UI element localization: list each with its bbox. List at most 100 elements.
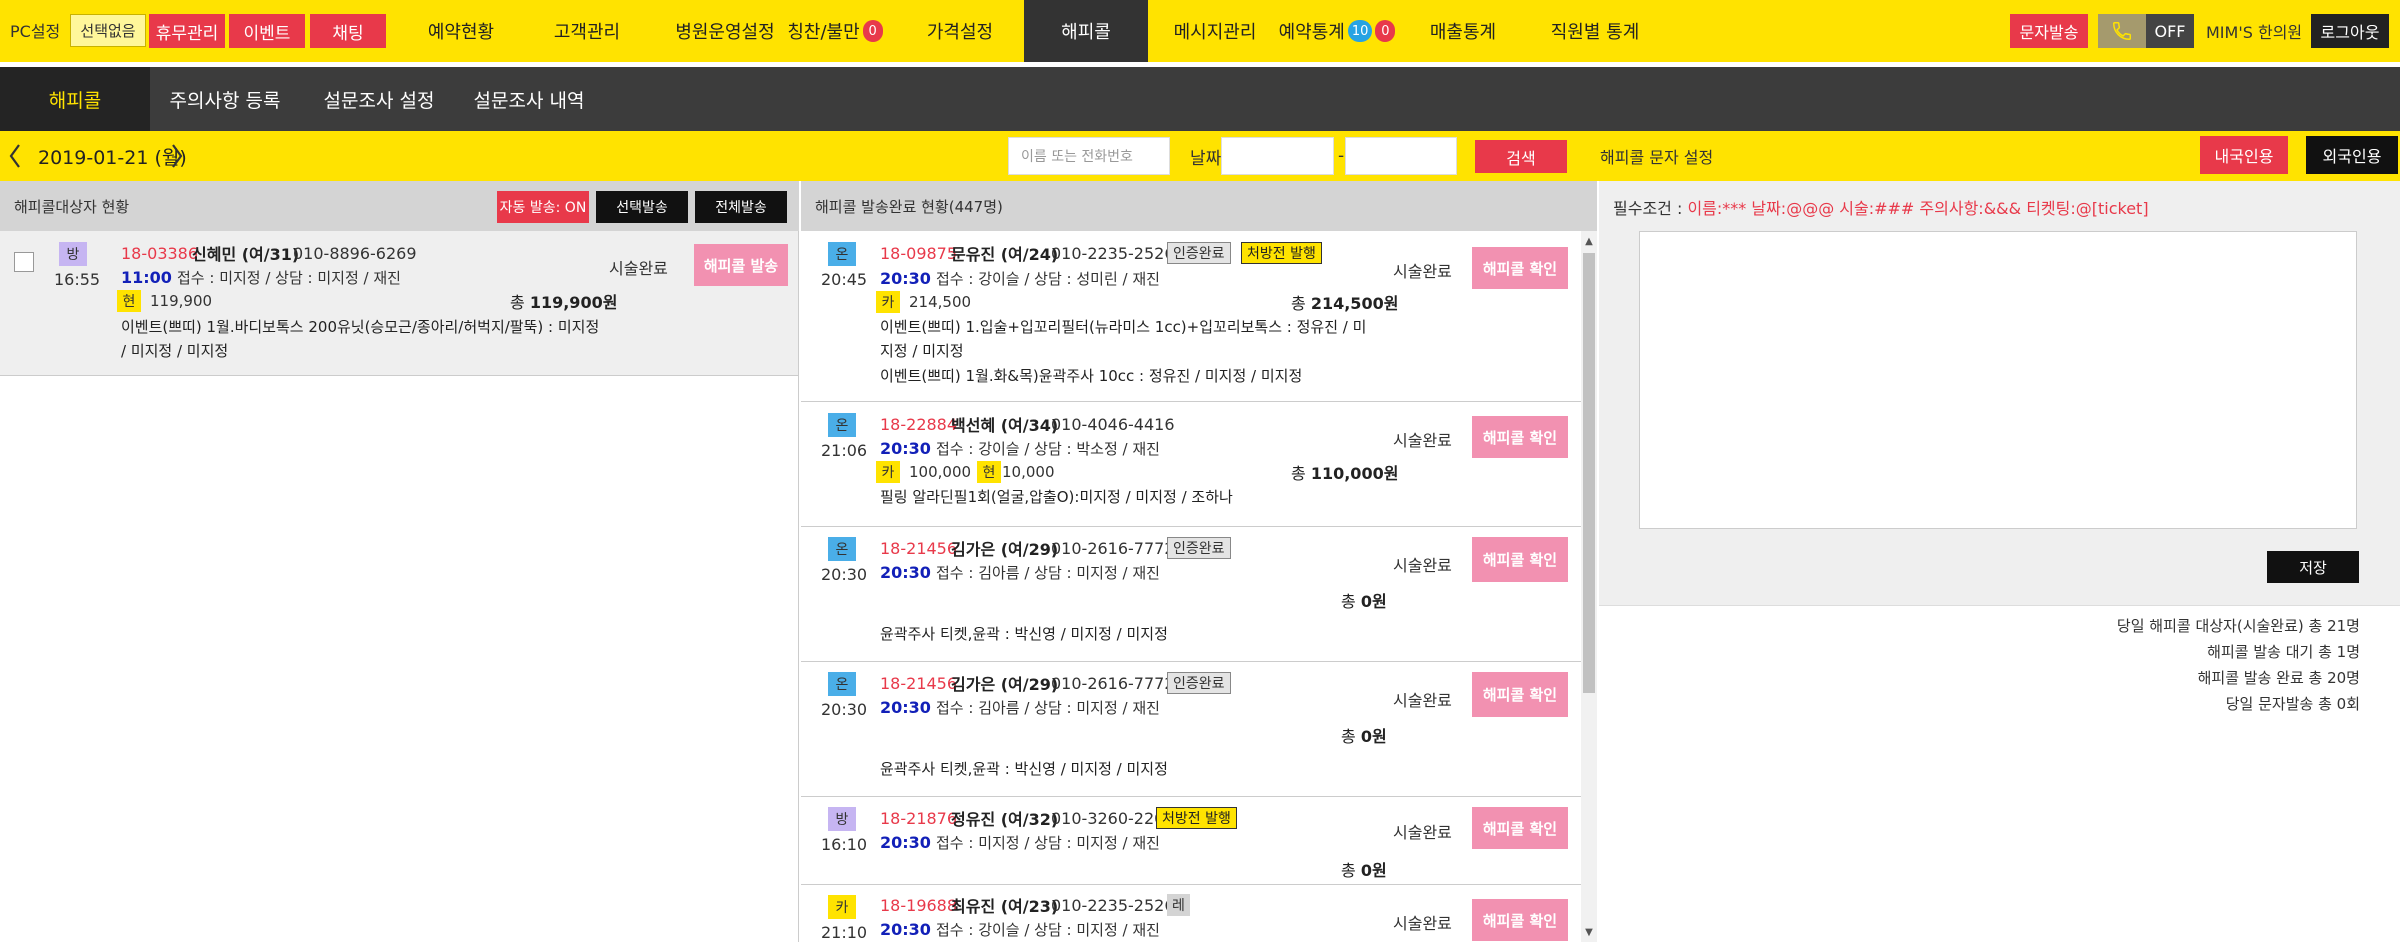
nav-hospital-settings[interactable]: 병원운영설정 (650, 0, 800, 62)
treatment-description-2: 이벤트(쁘띠) 1월.화&목)윤곽주사 10cc : 정유진 / 미지정 / 미… (880, 367, 1303, 385)
send-sms-button[interactable]: 문자발송 (2010, 14, 2088, 48)
auto-send-toggle[interactable]: 자동 발송: ON (497, 191, 589, 223)
visit-time: 16:55 (54, 269, 101, 289)
scroll-down-icon[interactable]: ▼ (1581, 924, 1597, 940)
staff-info: 접수 : 김아름 / 상담 : 미지정 / 재진 (936, 563, 1160, 582)
list-item[interactable]: 방 16:10 18-21876 정유진 (여/32) 010-3260-220… (801, 797, 1596, 885)
required-conditions-label: 필수조건 : (1613, 199, 1683, 218)
nav-happycall[interactable]: 해피콜 (1024, 0, 1148, 62)
visit-type-badge: 카 (828, 895, 856, 919)
list-item[interactable]: 온 20:30 18-21456 김가은 (여/29) 010-2616-777… (801, 662, 1596, 797)
total-amount: 총 119,900원 (510, 289, 617, 313)
happycall-confirm-button[interactable]: 해피콜 확인 (1472, 899, 1568, 941)
holiday-management-button[interactable]: 휴무관리 (149, 14, 225, 48)
staff-info: 접수 : 미지정 / 상담 : 미지정 / 재진 (936, 833, 1160, 852)
pc-settings-link[interactable]: PC설정 (10, 14, 60, 46)
date-to-input[interactable] (1345, 137, 1457, 175)
total-label: 총 (1341, 727, 1356, 746)
visit-time: 20:30 (821, 699, 868, 719)
sms-message-textarea[interactable] (1639, 231, 2357, 529)
happycall-confirm-button[interactable]: 해피콜 확인 (1472, 807, 1568, 849)
prev-date-icon[interactable] (8, 137, 22, 175)
nav-praise-complaint-label: 칭찬/불만 (787, 22, 860, 43)
patient-name: 김가은 (여/29) (951, 540, 1059, 559)
send-all-button[interactable]: 전체발송 (695, 191, 787, 223)
payment-amount: 100,000 (909, 463, 972, 481)
search-input[interactable]: 이름 또는 전화번호 (1008, 137, 1170, 175)
appointment-time: 20:30 (880, 268, 931, 288)
patient-phone: 010-2235-2526 (1051, 895, 1175, 915)
list-item[interactable]: 방 16:55 18-03386 신혜민 (여/31) 010-8896-626… (0, 231, 798, 376)
visit-time: 16:10 (821, 834, 868, 854)
patient-name: 신혜민 (여/31) (192, 245, 300, 264)
nav-price-settings[interactable]: 가격설정 (905, 0, 1015, 62)
tab-happycall[interactable]: 해피콜 (0, 67, 150, 131)
domestic-button[interactable]: 내국인용 (2200, 136, 2288, 174)
list-item[interactable]: 온 21:06 18-22884 백선혜 (여/34) 010-4046-441… (801, 402, 1596, 527)
date-from-input[interactable] (1221, 137, 1334, 175)
search-button[interactable]: 검색 (1475, 140, 1567, 173)
happycall-confirm-button[interactable]: 해피콜 확인 (1472, 247, 1568, 289)
nav-message-management[interactable]: 메시지관리 (1160, 0, 1270, 62)
foreign-button[interactable]: 외국인용 (2306, 136, 2398, 174)
total-amount: 총 0원 (1341, 588, 1387, 612)
chat-button[interactable]: 채팅 (310, 14, 386, 48)
nav-praise-complaint[interactable]: 칭찬/불만 0 (780, 0, 890, 62)
visit-type-badge: 방 (59, 242, 87, 266)
tab-precautions[interactable]: 주의사항 등록 (152, 67, 298, 131)
treatment-description: 이벤트(쁘띠) 1월.바디보톡스 200유닛(승모근/종아리/허벅지/팔뚝) :… (121, 318, 600, 360)
logout-button[interactable]: 로그아웃 (2311, 14, 2389, 48)
patient-name: 김가은 (여/29) (951, 675, 1059, 694)
sent-list-scrollbar[interactable]: ▲ ▼ (1581, 231, 1597, 942)
appointment-time: 20:30 (880, 697, 931, 717)
happycall-confirm-button[interactable]: 해피콜 확인 (1472, 672, 1568, 717)
appointment-time: 20:30 (880, 832, 931, 852)
total-label: 총 (1341, 592, 1356, 611)
save-button[interactable]: 저장 (2267, 551, 2359, 583)
patient-phone: 010-2235-2526 (1051, 243, 1175, 263)
scroll-thumb[interactable] (1583, 253, 1595, 693)
payment-type-badge: 카 (876, 461, 900, 483)
target-panel-title: 해피콜대상자 현황 (14, 197, 130, 216)
select-none-button[interactable]: 선택없음 (70, 14, 146, 47)
list-item[interactable]: 온 20:30 18-21456 김가은 (여/29) 010-2616-777… (801, 527, 1596, 662)
happycall-send-button[interactable]: 해피콜 발송 (694, 244, 788, 286)
staff-info: 접수 : 강이슬 / 상담 : 박소정 / 재진 (936, 439, 1160, 458)
sent-panel-title: 해피콜 발송완료 현황(447명) (815, 197, 1003, 216)
status-badge: 시술완료 (1393, 431, 1452, 450)
nav-customer-management[interactable]: 고객관리 (532, 0, 642, 62)
auth-complete-tag: 인증완료 (1167, 672, 1231, 694)
next-date-icon[interactable] (170, 137, 184, 175)
patient-name: 문유진 (여/24) (951, 245, 1059, 264)
total-label: 총 (1341, 861, 1356, 880)
happycall-confirm-button[interactable]: 해피콜 확인 (1472, 537, 1568, 582)
phone-off-toggle[interactable]: OFF (2146, 14, 2194, 48)
patient-id: 18-21876 (880, 808, 958, 828)
list-item[interactable]: 카 21:10 18-19688 최유진 (여/23) 010-2235-252… (801, 885, 1596, 942)
visit-type-badge: 온 (828, 672, 856, 696)
nav-reservation-status[interactable]: 예약현황 (406, 0, 516, 62)
reservation-stats-blue-badge: 10 (1347, 20, 1373, 42)
patient-id: 18-03386 (121, 243, 199, 263)
patient-phone: 010-4046-4416 (1051, 414, 1175, 434)
select-send-button[interactable]: 선택발송 (596, 191, 688, 223)
nav-staff-stats[interactable]: 직원별 통계 (1530, 0, 1660, 62)
tab-survey-settings[interactable]: 설문조사 설정 (304, 67, 454, 131)
staff-info: 접수 : 강이슬 / 상담 : 미지정 / 재진 (936, 920, 1160, 939)
event-button[interactable]: 이벤트 (229, 14, 305, 48)
payment-type-badge: 현 (117, 290, 141, 312)
scroll-up-icon[interactable]: ▲ (1581, 233, 1597, 249)
total-value: 0원 (1360, 592, 1387, 611)
happycall-confirm-button[interactable]: 해피콜 확인 (1472, 416, 1568, 458)
total-label: 총 (510, 293, 525, 312)
list-item[interactable]: 온 20:45 18-09875 문유진 (여/24) 010-2235-252… (801, 231, 1596, 402)
prescription-tag: 처방전 발행 (1156, 807, 1237, 829)
phone-icon[interactable] (2098, 14, 2146, 48)
payment-amount: 10,000 (1002, 463, 1055, 481)
nav-reservation-stats[interactable]: 예약통계 10 0 (1272, 0, 1402, 62)
nav-sales-stats[interactable]: 매출통계 (1408, 0, 1518, 62)
date-label: 날짜 (1190, 148, 1222, 169)
tab-survey-history[interactable]: 설문조사 내역 (454, 67, 604, 131)
row-checkbox[interactable] (14, 252, 34, 272)
treatment-description: 이벤트(쁘띠) 1.입술+입꼬리필터(뉴라미스 1cc)+입꼬리보톡스 : 정유… (880, 318, 1367, 360)
